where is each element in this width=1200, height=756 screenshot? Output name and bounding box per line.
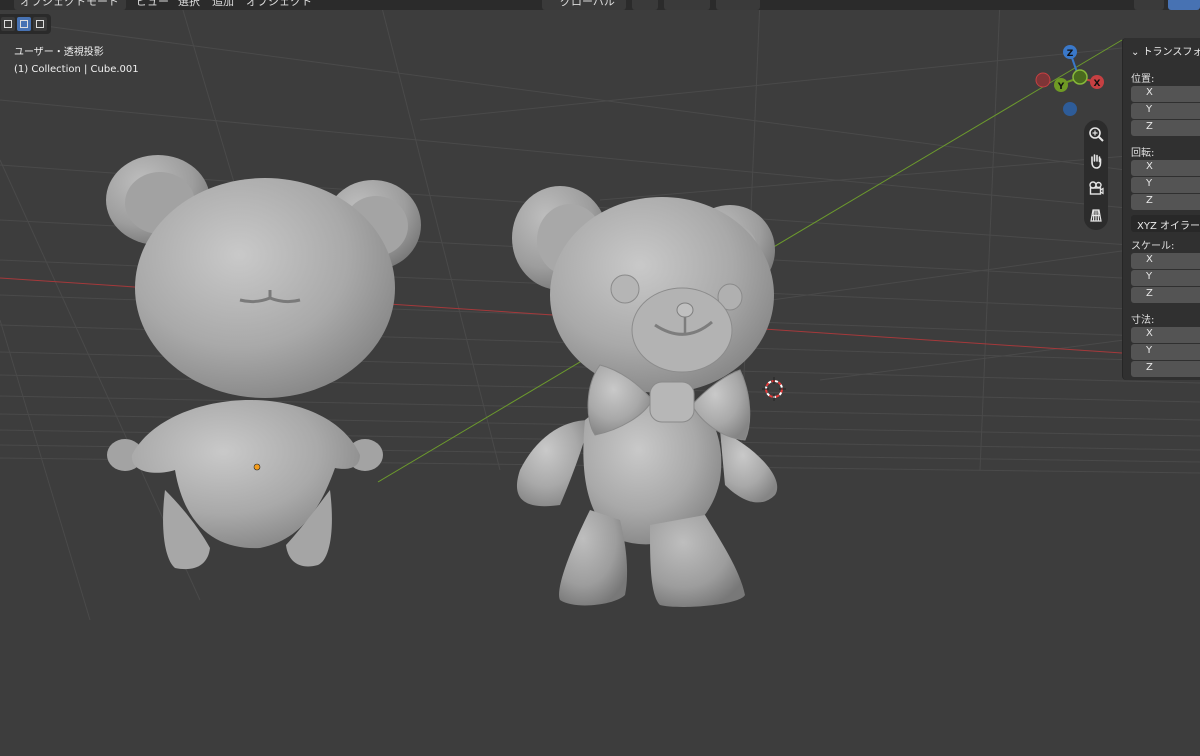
gizmo-x-label: X [1094,79,1101,89]
pan-button[interactable] [1084,149,1108,173]
selection-mode-toolbar [0,14,51,34]
axis-label: X [1146,161,1153,172]
sidebar-transform-panel: ⌄ トランスフォ 位置: X Y Z 回転: X Y Z XYZ オイラー スケ… [1122,38,1200,380]
bear-front-model [512,186,778,607]
axis-label: Y [1146,271,1153,282]
menu-view[interactable]: ビュー [136,0,169,8]
axis-label: Y [1146,345,1153,356]
axis-label: X [1146,328,1153,339]
select-subtract-button[interactable] [33,17,47,31]
menu-add[interactable]: 追加 [212,0,234,8]
gizmo-z-label: Z [1067,49,1074,59]
axis-label: Z [1146,195,1153,206]
select-new-button[interactable] [1,17,15,31]
scale-x-field[interactable]: X [1131,253,1200,269]
select-extend-button[interactable] [17,17,31,31]
viewport-header: オブジェクトモード ビュー 選択 追加 オブジェクト グローバル [0,0,1200,10]
select-subtract-icon [36,20,44,28]
3d-viewport[interactable]: Z X Y [0,0,1200,756]
axis-label: X [1146,254,1153,265]
object-info: (1) Collection | Cube.001 [14,64,139,75]
panel-title: トランスフォ [1142,47,1200,58]
gizmo-neg-z-icon [1063,102,1077,116]
location-x-field[interactable]: X [1131,86,1200,102]
location-label: 位置: [1131,74,1155,85]
select-new-icon [4,20,12,28]
dimensions-y-field[interactable]: Y [1131,344,1200,360]
scale-label: スケール: [1131,241,1175,252]
grid-ortho-icon [1090,209,1102,222]
navigation-controls [1084,120,1108,230]
dimensions-label: 寸法: [1131,315,1155,326]
location-y-field[interactable]: Y [1131,103,1200,119]
viewport-info: ユーザー・透視投影 (1) Collection | Cube.001 [14,44,139,78]
axis-label: Z [1146,121,1153,132]
axis-label: X [1146,87,1153,98]
dimensions-x-field[interactable]: X [1131,327,1200,343]
view-name: ユーザー・透視投影 [14,47,104,58]
axis-label: Y [1146,104,1153,115]
menu-select[interactable]: 選択 [178,0,200,8]
proportional-edit-button[interactable] [716,0,760,10]
gizmo-y-label: Y [1057,82,1065,92]
rotation-label: 回転: [1131,148,1155,159]
scale-y-field[interactable]: Y [1131,270,1200,286]
zoom-icon [1089,127,1104,142]
rotation-x-field[interactable]: X [1131,160,1200,176]
zoom-button[interactable] [1084,122,1108,146]
menu-object[interactable]: オブジェクト [246,0,312,8]
rotation-mode-select[interactable]: XYZ オイラー [1131,215,1200,232]
gizmo-neg-y-icon [1072,69,1088,85]
scale-z-field[interactable]: Z [1131,287,1200,303]
rotation-z-field[interactable]: Z [1131,194,1200,210]
gizmo-toggle-button[interactable] [1168,0,1200,10]
transform-orientation-label: グローバル [560,0,615,8]
hand-pan-icon [1091,154,1102,169]
pivot-point-button[interactable] [632,0,658,10]
gizmo-neg-x-icon [1035,72,1051,88]
object-origin [253,463,261,471]
snap-button[interactable] [664,0,710,10]
location-z-field[interactable]: Z [1131,120,1200,136]
dimensions-z-field[interactable]: Z [1131,361,1200,377]
ortho-toggle-button[interactable] [1084,203,1108,227]
select-extend-icon [20,20,28,28]
mode-dropdown-label: オブジェクトモード [20,0,119,8]
axis-label: Z [1146,288,1153,299]
camera-icon [1089,181,1104,195]
camera-view-button[interactable] [1084,176,1108,200]
selectability-button[interactable] [1134,0,1164,10]
panel-header[interactable]: ⌄ トランスフォ [1131,43,1200,58]
rotation-mode-value: XYZ オイラー [1137,221,1200,232]
rotation-y-field[interactable]: Y [1131,177,1200,193]
axis-label: Z [1146,362,1153,373]
3d-cursor [762,377,786,401]
axis-label: Y [1146,178,1153,189]
